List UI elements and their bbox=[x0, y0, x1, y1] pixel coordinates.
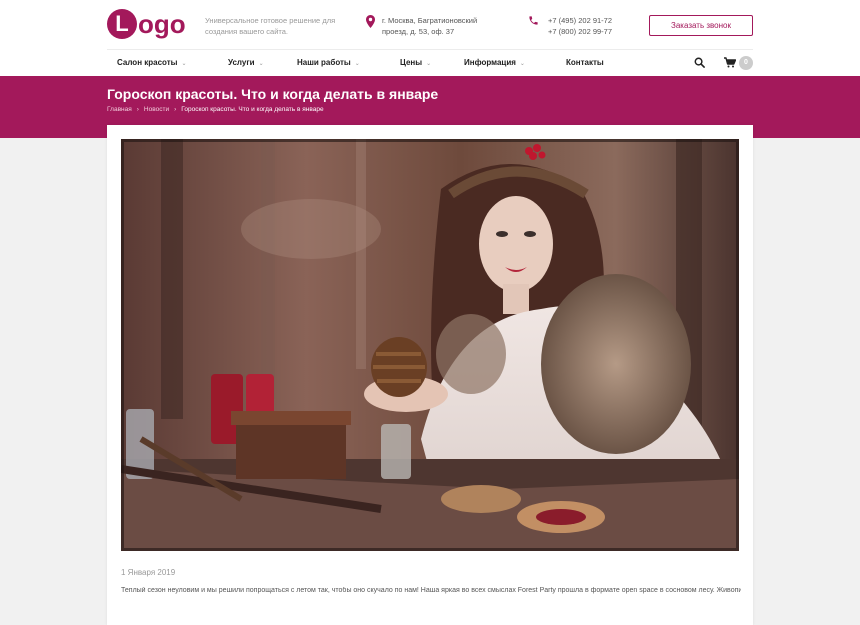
breadcrumb-current: Гороскоп красоты. Что и когда делать в я… bbox=[181, 106, 324, 113]
phone-1[interactable]: +7 (495) 202 91-72 bbox=[548, 15, 612, 26]
article-image bbox=[121, 139, 739, 551]
cart-count-badge: 0 bbox=[739, 56, 753, 70]
chevron-down-icon: ⌄ bbox=[519, 61, 525, 67]
chevron-down-icon: ⌄ bbox=[426, 61, 432, 67]
address-block: г. Москва, Багратионовский проезд, д. 53… bbox=[366, 15, 492, 37]
article-date: 1 Января 2019 bbox=[121, 568, 176, 577]
callback-button[interactable]: Заказать звонок bbox=[649, 15, 753, 36]
cart-icon[interactable] bbox=[724, 57, 736, 68]
tagline: Универсальное готовое решение для создан… bbox=[205, 16, 336, 36]
chevron-down-icon: ⌄ bbox=[181, 61, 187, 67]
page-title: Гороскоп красоты. Что и когда делать в я… bbox=[107, 86, 439, 102]
article-text: Теплый сезон неуловим и мы решили попрощ… bbox=[121, 587, 741, 594]
logo[interactable]: L ogo bbox=[107, 9, 186, 39]
chevron-down-icon: ⌄ bbox=[354, 61, 360, 67]
breadcrumb-separator: › bbox=[174, 106, 177, 113]
main-nav: Салон красоты ⌄ Услуги ⌄ Наши работы ⌄ Цены… bbox=[107, 52, 753, 74]
nav-item-works[interactable]: Наши работы ⌄ bbox=[297, 52, 360, 74]
nav-item-prices[interactable]: Цены ⌄ bbox=[400, 52, 431, 74]
nav-item-salon[interactable]: Салон красоты ⌄ bbox=[117, 52, 187, 74]
site-header: L ogo Универсальное готовое решение для … bbox=[0, 0, 860, 76]
phone-icon bbox=[529, 16, 538, 25]
breadcrumb-news[interactable]: Новости bbox=[144, 106, 169, 113]
address-line-2: проезд, д. 53, оф. 37 bbox=[382, 27, 455, 36]
nav-item-contacts[interactable]: Контакты bbox=[566, 52, 604, 74]
logo-text: ogo bbox=[138, 8, 186, 39]
phones-block: +7 (495) 202 91-72 +7 (800) 202 99-77 bbox=[528, 15, 612, 37]
article-card: 1 Января 2019 Теплый сезон неуловим и мы… bbox=[107, 125, 753, 625]
breadcrumb-separator: › bbox=[136, 106, 139, 113]
breadcrumb: Главная › Новости › Гороскоп красоты. Что и … bbox=[107, 106, 324, 113]
address-line-1: г. Москва, Багратионовский bbox=[382, 16, 478, 25]
logo-mark: L bbox=[107, 9, 137, 39]
nav-item-info[interactable]: Информация ⌄ bbox=[464, 52, 525, 74]
nav-item-services[interactable]: Услуги ⌄ bbox=[228, 52, 264, 74]
search-icon[interactable] bbox=[694, 57, 705, 68]
breadcrumb-home[interactable]: Главная bbox=[107, 106, 132, 113]
phone-2[interactable]: +7 (800) 202 99-77 bbox=[548, 26, 612, 37]
header-divider bbox=[107, 49, 753, 50]
map-pin-icon bbox=[366, 15, 375, 28]
chevron-down-icon: ⌄ bbox=[258, 61, 264, 67]
